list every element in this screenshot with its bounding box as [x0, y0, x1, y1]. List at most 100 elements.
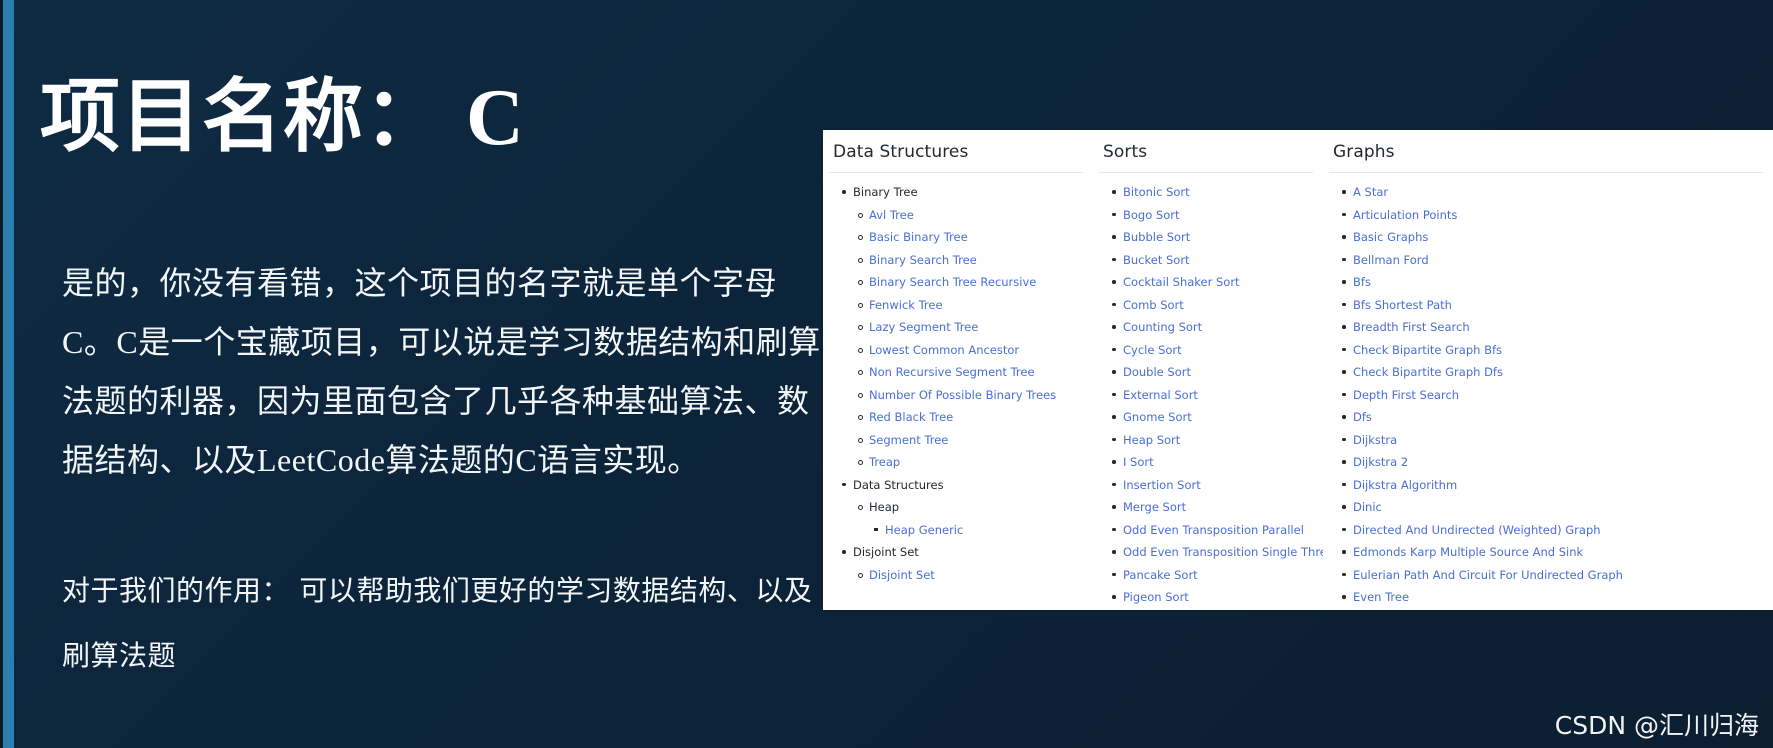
readme-link-item[interactable]: Bubble Sort — [1111, 226, 1313, 249]
readme-link-item[interactable]: Avl Tree — [857, 204, 1083, 227]
readme-link-item[interactable]: Eulerian Path And Circuit For Undirected… — [1341, 564, 1763, 587]
readme-link-item[interactable]: Number Of Possible Binary Trees — [857, 384, 1083, 407]
readme-link-item[interactable]: I Sort — [1111, 451, 1313, 474]
readme-link-item[interactable]: Dfs — [1341, 406, 1763, 429]
circle-outline-bullet-icon — [858, 325, 863, 330]
readme-link-item[interactable]: Heap Sort — [1111, 429, 1313, 452]
disc-bullet-icon — [1342, 415, 1346, 419]
readme-link-item[interactable]: Breadth First Search — [1341, 316, 1763, 339]
readme-item-label: Bubble Sort — [1123, 230, 1191, 244]
readme-link-item[interactable]: Dijkstra 2 — [1341, 451, 1763, 474]
circle-outline-bullet-icon — [858, 415, 863, 420]
readme-link-item[interactable]: Bogo Sort — [1111, 204, 1313, 227]
readme-link-item[interactable]: Articulation Points — [1341, 204, 1763, 227]
circle-outline-bullet-icon — [858, 212, 863, 218]
disc-bullet-icon — [1112, 190, 1116, 194]
readme-item-label: Avl Tree — [869, 207, 914, 222]
readme-link-item[interactable]: Directed And Undirected (Weighted) Graph — [1341, 519, 1763, 542]
readme-link-item[interactable]: Gnome Sort — [1111, 406, 1313, 429]
readme-link-item[interactable]: Dinic — [1341, 496, 1763, 519]
readme-column-graphs: Graphs A Star Articulation Points Basic Gra… — [1323, 130, 1773, 610]
readme-link-item[interactable]: Bitonic Sort — [1111, 181, 1313, 204]
readme-item-label: Binary Search Tree Recursive — [869, 275, 1037, 289]
readme-link-item[interactable]: Bfs — [1341, 271, 1763, 294]
disc-bullet-icon — [1342, 235, 1346, 239]
readme-link-item[interactable]: Bucket Sort — [1111, 249, 1313, 272]
readme-column-sorts: Sorts Bitonic Sort Bogo Sort Bubble Sort Buc… — [1093, 130, 1323, 610]
disc-bullet-icon — [1342, 302, 1346, 306]
readme-link-item[interactable]: Dijkstra — [1341, 429, 1763, 452]
readme-link-item[interactable]: Edmonds Karp Multiple Source And Sink — [1341, 541, 1763, 564]
readme-item-label: Odd Even Transposition Single Threaded — [1123, 545, 1323, 559]
readme-item-label: Cycle Sort — [1123, 342, 1182, 357]
readme-link-item[interactable]: Pancake Sort — [1111, 564, 1313, 587]
readme-list: Bitonic Sort Bogo Sort Bubble Sort Bucket S… — [1099, 181, 1323, 609]
readme-item-label: Pigeon Sort — [1123, 590, 1189, 604]
readme-item-label: Disjoint Set — [869, 567, 935, 582]
readme-link-item[interactable]: Odd Even Transposition Parallel — [1111, 519, 1313, 542]
readme-link-item[interactable]: Comb Sort — [1111, 294, 1313, 317]
readme-link-item[interactable]: Fenwick Tree — [857, 294, 1083, 317]
disc-bullet-icon — [1342, 572, 1346, 576]
square-bullet-icon — [874, 527, 878, 531]
disc-bullet-icon — [1342, 505, 1346, 509]
readme-link-item[interactable]: Basic Binary Tree — [857, 226, 1083, 249]
readme-link-item[interactable]: Treap — [857, 451, 1083, 474]
disc-bullet-icon — [1112, 212, 1116, 216]
readme-link-item[interactable]: Heap Generic — [873, 519, 1083, 542]
readme-link-item[interactable]: Lazy Segment Tree — [857, 316, 1083, 339]
readme-link-item[interactable]: External Sort — [1111, 384, 1313, 407]
readme-link-item[interactable]: Bfs Shortest Path — [1341, 294, 1763, 317]
readme-link-item[interactable]: Merge Sort — [1111, 496, 1313, 519]
circle-outline-bullet-icon — [858, 505, 863, 510]
readme-link-item[interactable]: Even Tree — [1341, 586, 1763, 609]
readme-link-item[interactable]: Dijkstra Algorithm — [1341, 474, 1763, 497]
readme-link-item[interactable]: Segment Tree — [857, 429, 1083, 452]
readme-column-data-structures: Data Structures Binary Tree Avl Tree Basic … — [823, 130, 1093, 610]
disc-bullet-icon — [1112, 572, 1116, 576]
disc-bullet-icon — [1112, 550, 1116, 554]
readme-item-label: Basic Graphs — [1353, 230, 1429, 244]
readme-link-item[interactable]: Disjoint Set — [857, 564, 1083, 587]
readme-item-label: Breadth First Search — [1353, 320, 1470, 334]
disc-bullet-icon — [1112, 482, 1116, 486]
disc-bullet-icon — [1112, 505, 1116, 509]
readme-link-item[interactable]: Insertion Sort — [1111, 474, 1313, 497]
column-heading: Sorts — [1099, 130, 1313, 173]
readme-link-item[interactable]: A Star — [1341, 181, 1763, 204]
readme-link-item[interactable]: Lowest Common Ancestor — [857, 339, 1083, 362]
readme-link-item[interactable]: Binary Search Tree — [857, 249, 1083, 272]
readme-link-item[interactable]: Bellman Ford — [1341, 249, 1763, 272]
readme-item-label: Disjoint Set — [853, 545, 919, 559]
disc-bullet-icon — [1342, 280, 1346, 284]
readme-item-label: Bellman Ford — [1353, 252, 1429, 267]
readme-link-item[interactable]: Check Bipartite Graph Bfs — [1341, 339, 1763, 362]
readme-link-item[interactable]: Depth First Search — [1341, 384, 1763, 407]
readme-link-item[interactable]: Odd Even Transposition Single Threaded — [1111, 541, 1323, 564]
readme-list: Binary Tree Avl Tree Basic Binary Tree Bina… — [829, 181, 1083, 586]
readme-item-label: Dfs — [1353, 410, 1372, 424]
readme-link-item[interactable]: Binary Search Tree Recursive — [857, 271, 1083, 294]
column-heading: Graphs — [1329, 130, 1763, 173]
readme-link-item[interactable]: Non Recursive Segment Tree — [857, 361, 1083, 384]
usage-note: 对于我们的作用： 可以帮助我们更好的学习数据结构、以及刷算法题 — [62, 574, 813, 672]
readme-link-item[interactable]: Cycle Sort — [1111, 339, 1313, 362]
readme-link-item[interactable]: Double Sort — [1111, 361, 1313, 384]
readme-item-label: Dijkstra 2 — [1353, 455, 1409, 469]
disc-bullet-icon — [1342, 482, 1346, 486]
readme-item-label: Eulerian Path And Circuit For Undirected… — [1353, 567, 1623, 582]
readme-link-item[interactable]: Pigeon Sort — [1111, 586, 1313, 609]
readme-item-label: Bfs — [1353, 275, 1371, 289]
readme-item-label: Heap — [869, 500, 900, 514]
readme-item-label: Treap — [869, 455, 901, 469]
readme-link-item[interactable]: Counting Sort — [1111, 316, 1313, 339]
readme-link-item[interactable]: Red Black Tree — [857, 406, 1083, 429]
readme-item-label: Bfs Shortest Path — [1353, 297, 1452, 312]
readme-link-item[interactable]: Cocktail Shaker Sort — [1111, 271, 1313, 294]
readme-link-item[interactable]: Check Bipartite Graph Dfs — [1341, 361, 1763, 384]
readme-item-label: Merge Sort — [1123, 500, 1187, 514]
readme-link-item[interactable]: Basic Graphs — [1341, 226, 1763, 249]
circle-outline-bullet-icon — [858, 302, 863, 308]
disc-bullet-icon — [1342, 550, 1346, 554]
readme-item-label: Counting Sort — [1123, 320, 1203, 334]
